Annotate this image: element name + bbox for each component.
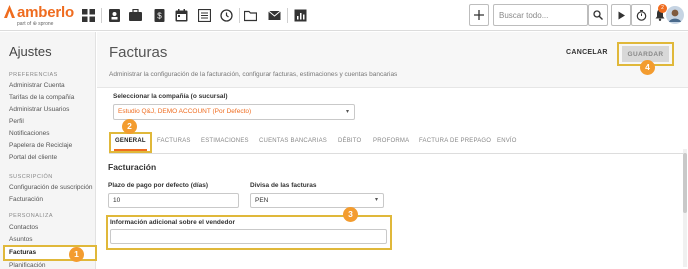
- page-header: Facturas Administrar la configuración de…: [97, 32, 688, 88]
- vendor-info-input[interactable]: [110, 229, 387, 244]
- sidebar-item-facturas[interactable]: Facturas: [9, 249, 36, 256]
- sidebar-item-config-suscripcion[interactable]: Configuración de suscripción: [9, 184, 92, 191]
- tab-envio[interactable]: ENVÍO: [497, 138, 517, 144]
- tab-facturas[interactable]: FACTURAS: [157, 138, 191, 144]
- tab-estimaciones[interactable]: ESTIMACIONES: [201, 138, 249, 144]
- svg-text:$: $: [157, 12, 162, 21]
- avatar[interactable]: [666, 6, 684, 24]
- sidebar-item-planificacion[interactable]: Planificación: [9, 262, 46, 269]
- search-button[interactable]: [588, 4, 608, 26]
- content-scrollbar[interactable]: [683, 149, 687, 267]
- payment-term-label: Plazo de pago por defecto (días): [108, 182, 209, 189]
- scrollbar-thumb[interactable]: [683, 153, 687, 213]
- settings-tabs: GENERAL FACTURAS ESTIMACIONES CUENTAS BA…: [109, 132, 684, 154]
- tab-debito[interactable]: DÉBITO: [338, 138, 361, 144]
- search-input[interactable]: [493, 4, 588, 26]
- dashboard-icon[interactable]: [80, 7, 97, 24]
- sidebar-section-personaliza: PERSONALIZA: [9, 213, 54, 219]
- sidebar-item-papelera[interactable]: Papelera de Reciclaje: [9, 142, 72, 149]
- invoice-icon[interactable]: $: [151, 7, 168, 24]
- folder-icon[interactable]: [242, 7, 259, 24]
- timer-history-icon[interactable]: [218, 7, 235, 24]
- currency-select[interactable]: PEN ▾: [250, 193, 384, 208]
- cancel-button[interactable]: CANCELAR: [566, 49, 608, 56]
- search-icon: [593, 10, 603, 20]
- sidebar-section-suscripcion: SUSCRIPCIÓN: [9, 174, 53, 180]
- company-select[interactable]: Estudio Q&J, DEMO ACCOUNT (Por Defecto) …: [113, 104, 355, 120]
- sidebar-item-perfil[interactable]: Perfil: [9, 118, 24, 125]
- billing-section-title: Facturación: [108, 162, 157, 172]
- stopwatch-button[interactable]: [631, 4, 651, 26]
- contacts-icon[interactable]: [106, 7, 123, 24]
- page-description: Administrar la configuración de la factu…: [109, 71, 398, 78]
- sidebar-item-notificaciones[interactable]: Notificaciones: [9, 130, 49, 137]
- amberlo-logo[interactable]: amberlo part of ⊕ sprone: [4, 3, 76, 29]
- settings-sidebar: Ajustes PREFERENCIAS Administrar Cuenta …: [0, 32, 97, 269]
- brand-name: amberlo: [17, 4, 74, 21]
- tasks-icon[interactable]: [196, 7, 213, 24]
- sidebar-title: Ajustes: [9, 44, 52, 59]
- sidebar-item-contactos[interactable]: Contactos: [9, 224, 38, 231]
- step-marker-4: 4: [640, 60, 655, 75]
- active-tab-indicator: [114, 149, 147, 151]
- settings-content: Facturas Administrar la configuración de…: [97, 32, 688, 269]
- calendar-icon[interactable]: [173, 7, 190, 24]
- currency-label: Divisa de las facturas: [250, 182, 317, 189]
- plus-icon: [474, 10, 484, 20]
- brand-sub: part of ⊕ sprone: [17, 21, 54, 27]
- chevron-down-icon: ▾: [345, 109, 349, 115]
- chevron-down-icon: ▾: [374, 197, 378, 203]
- sidebar-item-asuntos[interactable]: Asuntos: [9, 236, 33, 243]
- add-button[interactable]: [469, 4, 489, 26]
- sidebar-section-preferencias: PREFERENCIAS: [9, 72, 58, 78]
- sidebar-item-administrar-cuenta[interactable]: Administrar Cuenta: [9, 82, 65, 89]
- tab-factura-prepago[interactable]: FACTURA DE PREPAGO: [419, 138, 491, 144]
- step-marker-2: 2: [122, 119, 137, 134]
- company-label: Seleccionar la compañía (o sucursal): [113, 93, 228, 100]
- step-marker-3: 3: [343, 207, 358, 222]
- amberlo-logo-icon: [4, 5, 15, 18]
- play-icon: [618, 11, 625, 19]
- sidebar-item-portal-cliente[interactable]: Portal del cliente: [9, 154, 57, 161]
- payment-term-input[interactable]: [108, 193, 239, 208]
- vendor-info-label: Información adicional sobre el vendedor: [110, 219, 235, 226]
- sidebar-item-administrar-usuarios[interactable]: Administrar Usuarios: [9, 106, 69, 113]
- tab-general[interactable]: GENERAL: [115, 138, 146, 144]
- currency-value: PEN: [255, 197, 269, 204]
- step-marker-1: 1: [69, 247, 84, 262]
- tab-cuentas-bancarias[interactable]: CUENTAS BANCARIAS: [259, 138, 327, 144]
- reports-icon[interactable]: [292, 7, 309, 24]
- tab-proforma[interactable]: PROFORMA: [373, 138, 409, 144]
- mail-icon[interactable]: [266, 7, 283, 24]
- sidebar-item-tarifas[interactable]: Tarifas de la compañía: [9, 94, 74, 101]
- company-value: Estudio Q&J, DEMO ACCOUNT (Por Defecto): [118, 108, 252, 115]
- top-bar: amberlo part of ⊕ sprone $ Buscar todo..…: [0, 0, 688, 31]
- stopwatch-icon: [636, 9, 646, 21]
- page-title: Facturas: [109, 44, 168, 61]
- play-timer-button[interactable]: [611, 4, 631, 26]
- briefcase-icon[interactable]: [127, 7, 144, 24]
- sidebar-item-facturacion[interactable]: Facturación: [9, 196, 43, 203]
